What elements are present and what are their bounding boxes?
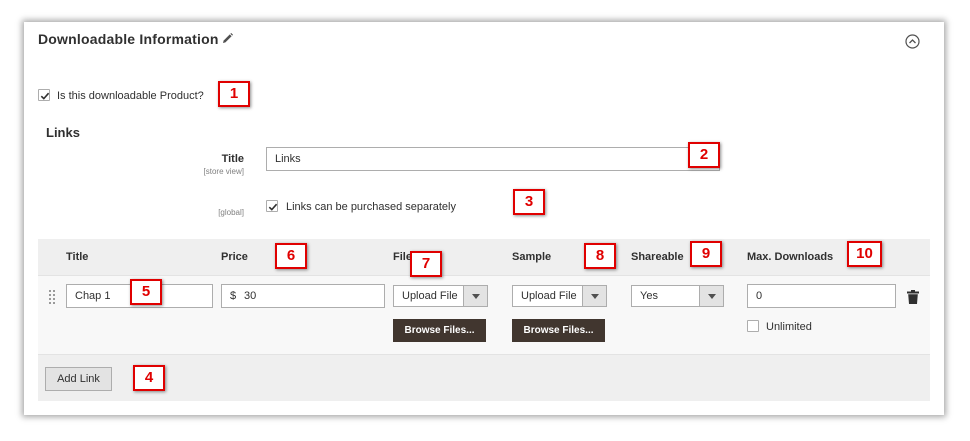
- callout-9: 9: [690, 241, 722, 267]
- links-title-input[interactable]: Links: [266, 147, 720, 171]
- chevron-down-icon: [472, 294, 480, 299]
- file-type-dropdown-arrow[interactable]: [463, 286, 487, 306]
- column-header-max-downloads: Max. Downloads: [747, 251, 834, 263]
- callout-3: 3: [513, 189, 545, 215]
- column-header-price: Price: [221, 251, 248, 263]
- file-browse-button[interactable]: Browse Files...: [393, 319, 486, 342]
- collapse-icon[interactable]: [905, 34, 920, 49]
- downloadable-checkbox[interactable]: [38, 89, 50, 101]
- shareable-select[interactable]: Yes: [631, 285, 724, 307]
- purchase-separately-checkbox[interactable]: [266, 200, 278, 212]
- column-header-shareable: Shareable: [631, 251, 684, 263]
- unlimited-label: Unlimited: [766, 321, 812, 333]
- sample-browse-button[interactable]: Browse Files...: [512, 319, 605, 342]
- shareable-dropdown-arrow[interactable]: [699, 286, 723, 306]
- callout-6: 6: [275, 243, 307, 269]
- callout-10: 10: [847, 241, 882, 267]
- max-downloads-input[interactable]: 0: [747, 284, 896, 308]
- unlimited-checkbox[interactable]: [747, 320, 759, 332]
- currency-symbol: $: [230, 290, 237, 302]
- callout-2: 2: [688, 142, 720, 168]
- file-type-select[interactable]: Upload File: [393, 285, 488, 307]
- file-type-value: Upload File: [402, 290, 458, 302]
- pencil-icon[interactable]: [221, 32, 234, 45]
- callout-1: 1: [218, 81, 250, 107]
- purchase-separately-label: Links can be purchased separately: [286, 201, 456, 213]
- links-title-scope: [store view]: [203, 167, 244, 176]
- callout-4: 4: [133, 365, 165, 391]
- trash-icon[interactable]: [907, 290, 919, 304]
- callout-7: 7: [410, 251, 442, 277]
- column-header-sample: Sample: [512, 251, 552, 263]
- price-value: 30: [244, 290, 257, 302]
- chevron-down-icon: [591, 294, 599, 299]
- sample-type-dropdown-arrow[interactable]: [582, 286, 606, 306]
- downloadable-label: Is this downloadable Product?: [57, 90, 204, 102]
- callout-5: 5: [130, 279, 162, 305]
- callout-8: 8: [584, 243, 616, 269]
- links-title-label: Title: [221, 153, 244, 165]
- shareable-value: Yes: [640, 290, 658, 302]
- sample-type-value: Upload File: [521, 290, 577, 302]
- checkmark-icon: [268, 203, 278, 211]
- links-heading: Links: [46, 125, 80, 140]
- sample-type-select[interactable]: Upload File: [512, 285, 607, 307]
- chevron-down-icon: [708, 294, 716, 299]
- purchase-scope: [global]: [218, 208, 244, 217]
- add-link-button[interactable]: Add Link: [45, 367, 112, 391]
- drag-handle-icon[interactable]: [49, 290, 57, 304]
- checkmark-icon: [40, 92, 50, 100]
- price-input[interactable]: $ 30: [221, 284, 385, 308]
- column-header-title: Title: [66, 251, 89, 263]
- section-title[interactable]: Downloadable Information: [38, 31, 219, 47]
